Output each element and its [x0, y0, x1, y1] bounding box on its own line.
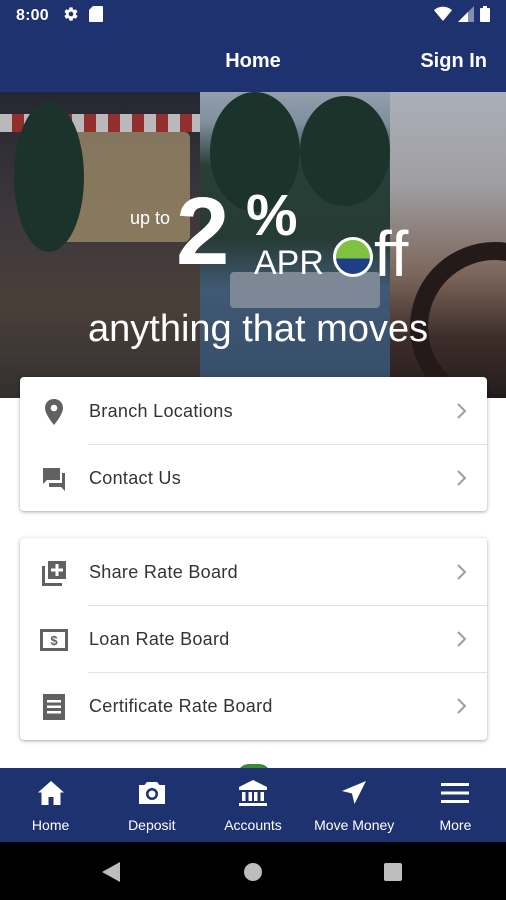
promo-apr: APR	[254, 244, 324, 282]
bank-icon	[238, 778, 268, 808]
chevron-right-icon	[455, 630, 469, 648]
back-icon[interactable]	[101, 861, 121, 888]
nav-home[interactable]: Home	[0, 768, 101, 842]
branch-locations-row[interactable]: Branch Locations	[20, 377, 487, 444]
dollar-bill-icon: $	[40, 626, 68, 654]
menu-icon	[440, 778, 470, 808]
status-bar: 8:00	[0, 0, 506, 32]
nav-accounts[interactable]: Accounts	[202, 768, 303, 842]
certificate-rate-board-row[interactable]: Certificate Rate Board	[20, 672, 487, 739]
recents-icon[interactable]	[384, 863, 402, 886]
battery-icon	[480, 5, 490, 27]
location-pin-icon	[40, 398, 68, 426]
credit-union-logo	[333, 237, 373, 277]
chat-icon	[40, 465, 68, 493]
system-nav-bar	[0, 842, 506, 900]
rate-boards-card: Share Rate Board $ Loan Rate Board Certi…	[20, 538, 487, 740]
row-label: Contact Us	[89, 468, 182, 488]
home-icon	[36, 778, 66, 808]
add-library-icon	[40, 559, 68, 587]
promo-off-suffix: ff	[374, 218, 409, 290]
nav-deposit[interactable]: Deposit	[101, 768, 202, 842]
receipt-icon	[40, 693, 68, 721]
promo-up-to: up to	[130, 208, 171, 228]
nav-label: Accounts	[224, 817, 282, 833]
nav-label: Deposit	[128, 817, 176, 833]
wifi-icon	[434, 6, 452, 27]
app-bar: Home Sign In	[0, 32, 506, 92]
bottom-nav: Home Deposit Accounts Move Money More	[0, 768, 506, 842]
sd-card-icon	[88, 5, 103, 27]
nav-move-money[interactable]: Move Money	[304, 768, 405, 842]
camera-icon	[137, 778, 167, 808]
loan-rate-board-row[interactable]: $ Loan Rate Board	[20, 605, 487, 672]
row-label: Loan Rate Board	[89, 629, 230, 649]
gear-icon	[63, 6, 79, 27]
sign-in-button[interactable]: Sign In	[420, 50, 487, 73]
signal-icon	[458, 5, 474, 27]
chevron-right-icon	[455, 697, 469, 715]
navigation-arrow-icon	[339, 778, 369, 808]
promo-tagline: anything that moves	[88, 308, 429, 350]
nav-more[interactable]: More	[405, 768, 506, 842]
promo-rate-number: 2	[176, 178, 229, 285]
chevron-right-icon	[455, 563, 469, 581]
chevron-right-icon	[455, 402, 469, 420]
svg-text:$: $	[50, 633, 58, 648]
row-label: Share Rate Board	[89, 562, 238, 582]
promo-rate-percent: %	[246, 183, 298, 248]
promo-banner[interactable]: up to 2 % APR ff anything that moves	[0, 92, 506, 398]
home-circle-icon[interactable]	[244, 863, 262, 886]
locations-contact-card: Branch Locations Contact Us	[20, 377, 487, 511]
nav-label: Move Money	[314, 817, 395, 833]
nav-label: Home	[31, 817, 70, 833]
nav-label: More	[439, 817, 472, 833]
row-label: Certificate Rate Board	[89, 696, 273, 716]
row-label: Branch Locations	[89, 401, 233, 421]
chevron-right-icon	[455, 469, 469, 487]
share-rate-board-row[interactable]: Share Rate Board	[20, 538, 487, 605]
contact-us-row[interactable]: Contact Us	[20, 444, 487, 511]
status-time: 8:00	[16, 7, 49, 24]
